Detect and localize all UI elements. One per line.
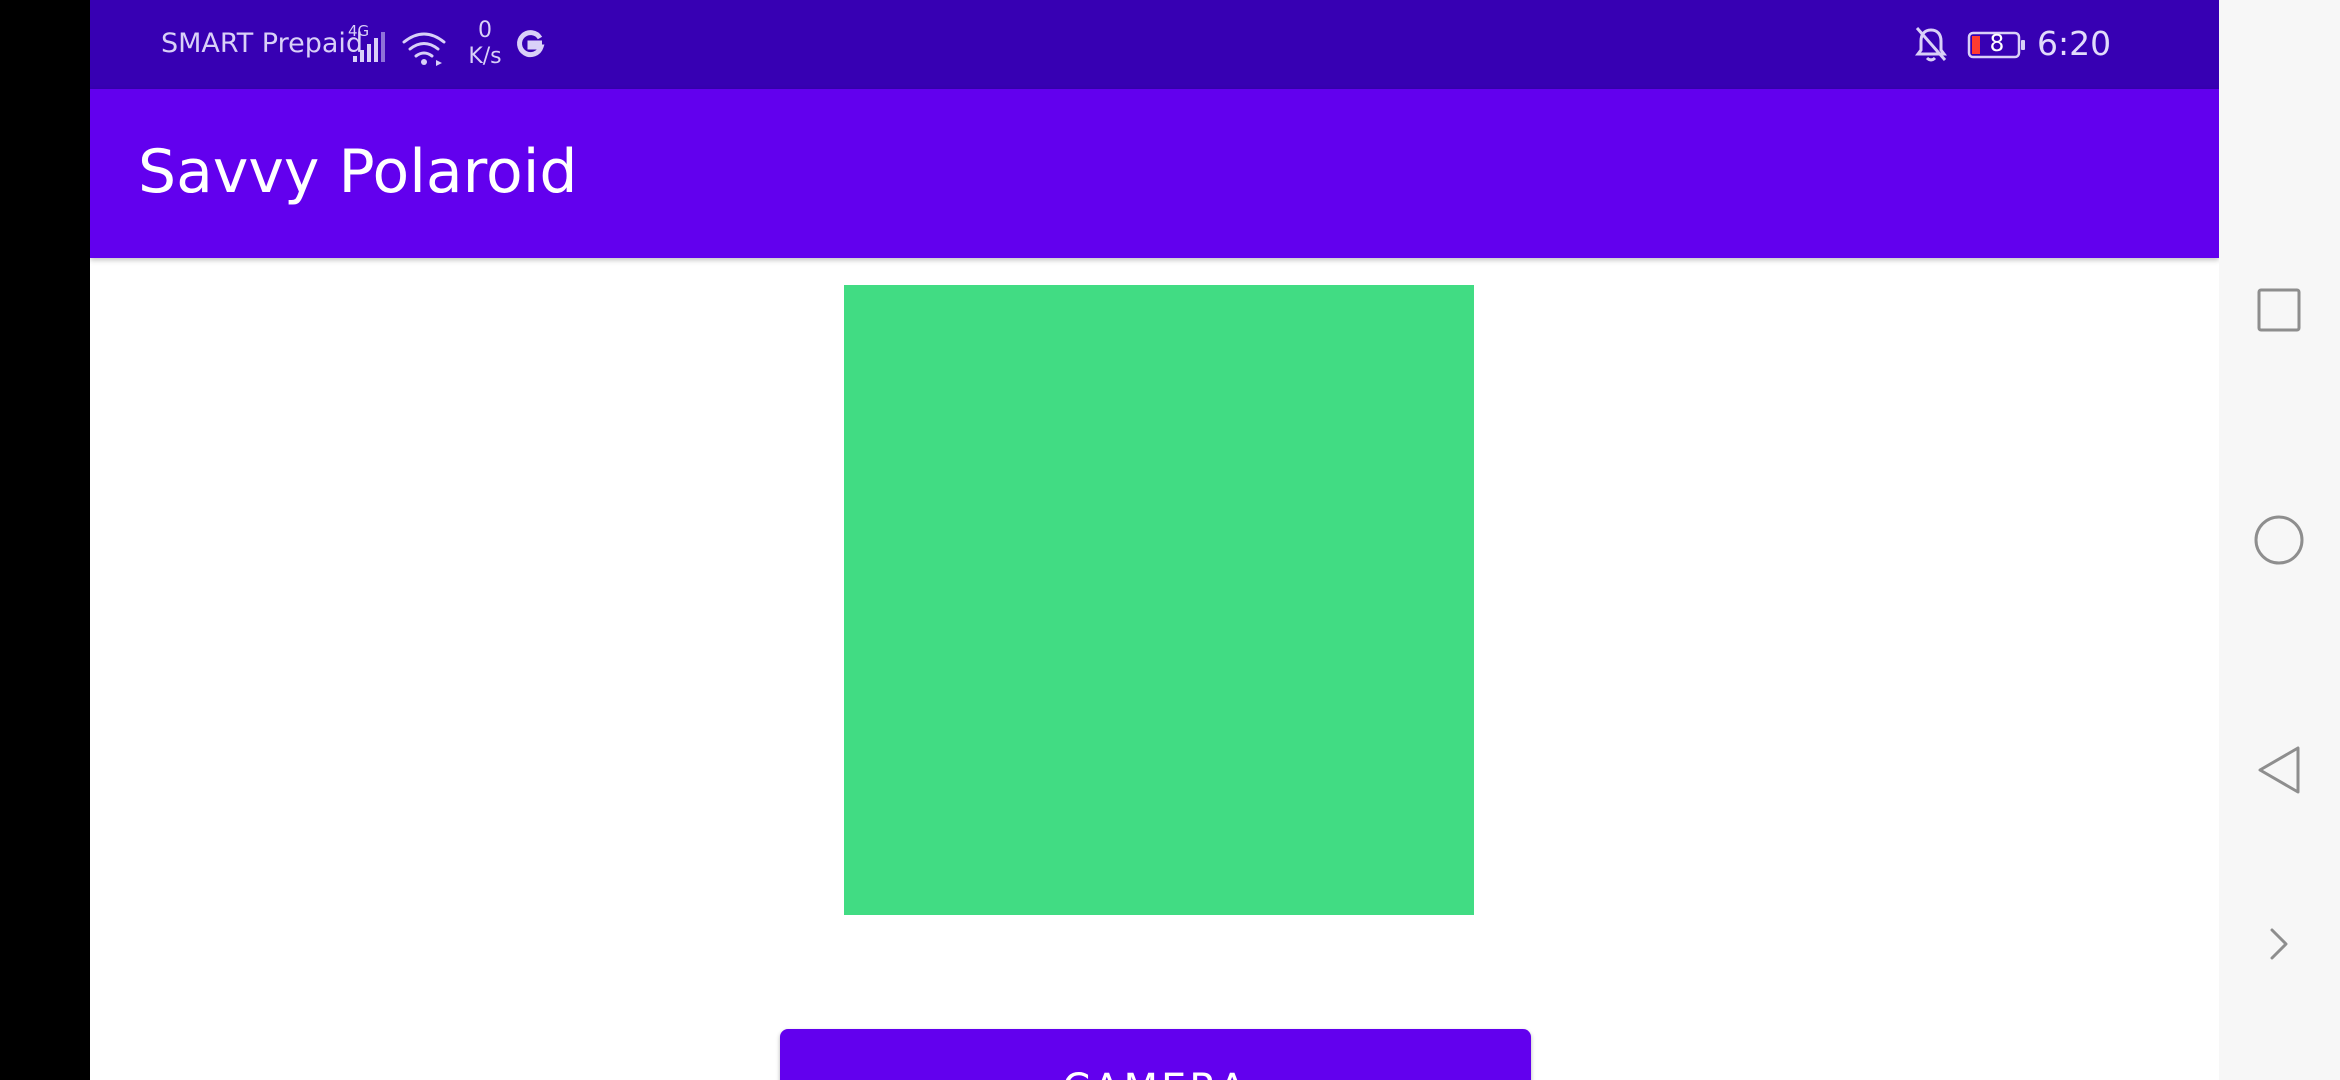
app-bar: Savvy Polaroid: [90, 89, 2219, 258]
home-button[interactable]: [2237, 498, 2321, 582]
network-type-label: 4G: [348, 22, 369, 40]
network-speed-unit: K/s: [468, 44, 502, 69]
back-triangle-icon: [2258, 746, 2300, 794]
more-button[interactable]: [2237, 902, 2321, 986]
battery-level: 8: [1989, 31, 2005, 57]
carrier-name: SMART Prepaid: [161, 28, 364, 59]
chevron-right-icon: [2270, 928, 2288, 960]
device-screen: SMART Prepaid 4G 0 K/s 8 6:20 Savvy Pola…: [0, 0, 2340, 1080]
navigation-bar: [2219, 0, 2340, 1080]
app-title: Savvy Polaroid: [138, 137, 578, 207]
app-window: SMART Prepaid 4G 0 K/s 8 6:20 Savvy Pola…: [90, 0, 2219, 1080]
preview-background: [844, 285, 1474, 915]
camera-button[interactable]: CAMERA: [780, 1029, 1531, 1080]
home-circle-icon: [2254, 515, 2304, 565]
status-clock: 6:20: [2037, 24, 2112, 63]
wifi-icon: [402, 32, 446, 58]
recents-square-icon: [2257, 288, 2301, 332]
back-button[interactable]: [2237, 728, 2321, 812]
preview-image: [844, 285, 1474, 915]
network-speed-value: 0: [478, 18, 492, 43]
signal-icon: 4G: [348, 22, 446, 66]
network-speed: 0 K/s: [463, 18, 507, 70]
google-icon: [517, 30, 545, 58]
status-bar: SMART Prepaid 4G 0 K/s 8 6:20: [90, 0, 2219, 89]
recents-button[interactable]: [2237, 268, 2321, 352]
notifications-off-icon: [1915, 27, 1947, 62]
